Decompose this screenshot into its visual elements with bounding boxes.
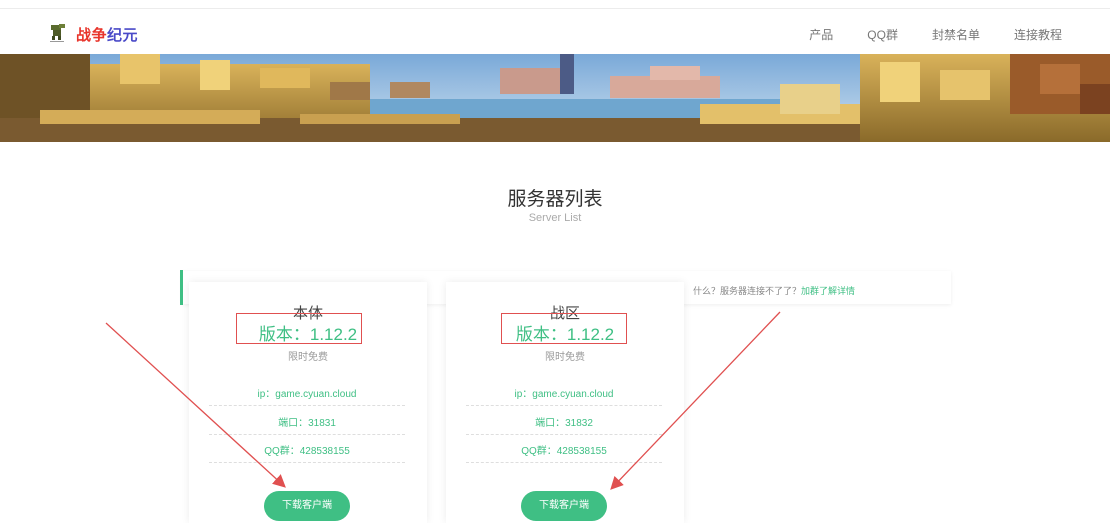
brand-title[interactable]: 战争纪元 xyxy=(76,24,138,45)
server-qq-group: QQ群：428538155 xyxy=(521,446,607,457)
server-ip: ip：game.cyuan.cloud xyxy=(257,389,357,400)
section-title: 服务器列表 xyxy=(507,189,603,210)
server-qq-group: QQ群：428538155 xyxy=(264,446,350,457)
divider xyxy=(209,462,405,463)
notice-join-link[interactable]: 加群了解详情 xyxy=(801,286,855,296)
server-version: 版本：1.12.2 xyxy=(258,325,358,344)
download-client-button[interactable]: 下载客户端 xyxy=(521,491,607,521)
free-label: 限时免费 xyxy=(545,352,585,363)
server-card-warzone: 战区 版本：1.12.2 限时免费 ip：game.cyuan.cloud 端口… xyxy=(446,282,684,523)
hero-banner-image xyxy=(0,54,1110,142)
dinosaur-logo-icon[interactable] xyxy=(48,23,68,43)
divider xyxy=(209,405,405,406)
nav-item-connect-tutorial[interactable]: 连接教程 xyxy=(1014,26,1062,43)
divider xyxy=(466,434,662,435)
server-version: 版本：1.12.2 xyxy=(515,325,615,344)
divider xyxy=(466,405,662,406)
brand-part-1: 战争 xyxy=(76,27,108,44)
notice-text: 什么？服务器连接不了了？加群了解详情 xyxy=(693,284,855,297)
top-border xyxy=(0,0,1110,9)
server-ip: ip：game.cyuan.cloud xyxy=(514,389,614,400)
main-nav: 产品 QQ群 封禁名单 连接教程 xyxy=(809,26,1062,43)
notice-accent-bar xyxy=(180,270,183,305)
brand-part-2: 纪元 xyxy=(107,27,139,44)
site-header: 战争纪元 产品 QQ群 封禁名单 连接教程 xyxy=(0,10,1110,54)
section-subtitle: Server List xyxy=(528,212,582,224)
download-client-button[interactable]: 下载客户端 xyxy=(264,491,350,521)
notice-message: 什么？服务器连接不了了？ xyxy=(693,286,802,296)
nav-item-products[interactable]: 产品 xyxy=(809,26,833,43)
server-port: 端口：31832 xyxy=(535,418,593,429)
nav-item-ban-list[interactable]: 封禁名单 xyxy=(932,26,980,43)
server-card-main: 本体 版本：1.12.2 限时免费 ip：game.cyuan.cloud 端口… xyxy=(189,282,427,523)
server-port: 端口：31831 xyxy=(278,418,336,429)
divider xyxy=(466,462,662,463)
nav-item-qq-group[interactable]: QQ群 xyxy=(867,26,898,43)
divider xyxy=(209,434,405,435)
free-label: 限时免费 xyxy=(288,352,328,363)
